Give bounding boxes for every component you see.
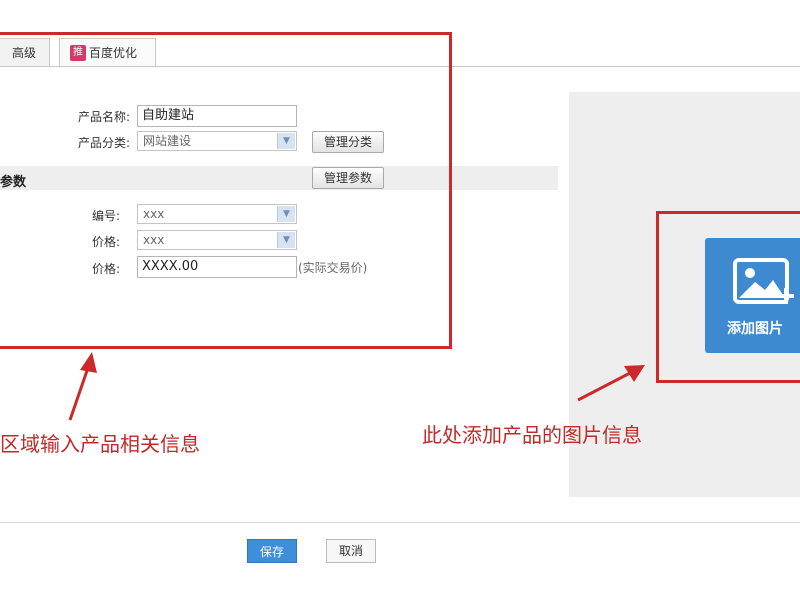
left-annotation-note: 区域输入产品相关信息 bbox=[0, 432, 200, 456]
cancel-button[interactable]: 取消 bbox=[326, 539, 376, 563]
footer-divider bbox=[0, 522, 800, 523]
right-annotation-note: 此处添加产品的图片信息 bbox=[422, 423, 642, 447]
annotation-arrows bbox=[68, 352, 645, 421]
right-arrow-line bbox=[577, 370, 633, 402]
left-arrow-head bbox=[80, 352, 97, 373]
save-button[interactable]: 保存 bbox=[247, 539, 297, 563]
